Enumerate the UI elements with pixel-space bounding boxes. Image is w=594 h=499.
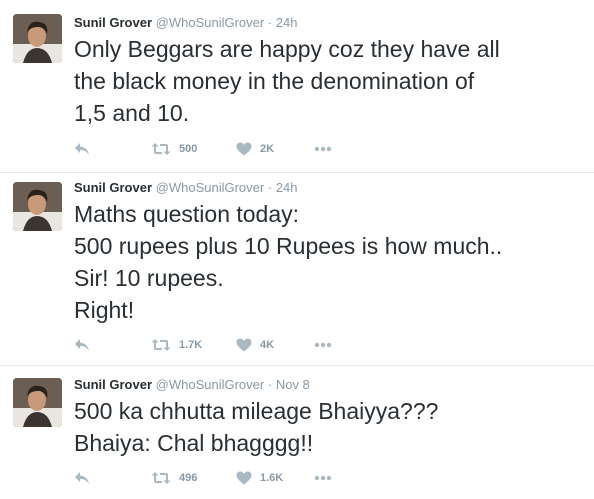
retweet-button[interactable]: 500 [151,140,197,158]
retweet-count: 496 [179,472,198,484]
separator-dot: · [267,15,273,30]
like-button[interactable]: 4K [236,336,274,354]
avatar[interactable] [13,378,62,427]
tweet-text: 500 ka chhutta mileage Bhaiyya??? Bhaiya… [74,395,586,459]
author-name[interactable]: Sunil Grover [74,377,152,392]
tweet-text: Only Beggars are happy coz they have all… [74,33,586,129]
reply-button[interactable] [74,336,90,354]
author-name[interactable]: Sunil Grover [74,15,152,30]
tweet-timestamp[interactable]: 24h [276,15,298,30]
tweet-text-line: Bhaiya: Chal bhagggg!! [74,430,314,456]
tweet-actions: 496 1.6K [74,469,374,487]
avatar[interactable] [13,182,62,231]
author-handle[interactable]: @WhoSunilGrover [156,377,265,392]
tweet-text-line: Sir! 10 rupees. [74,265,224,291]
more-icon [314,475,332,481]
reply-button[interactable] [74,140,90,158]
tweet-text-line: Maths question today: [74,201,300,227]
tweet[interactable]: Sunil Grover @WhoSunilGrover · Nov 8 500… [0,366,594,499]
like-button[interactable]: 1.6K [236,469,283,487]
like-count: 1.6K [260,472,284,484]
more-button[interactable] [314,469,332,487]
more-icon [314,146,332,152]
retweet-button[interactable]: 1.7K [151,336,202,354]
like-count: 2K [260,143,275,155]
retweet-icon [151,472,171,484]
author-handle[interactable]: @WhoSunilGrover [156,180,265,195]
tweet-text-line: 500 ka chhutta mileage Bhaiyya??? [74,398,439,424]
separator-dot: · [267,377,273,392]
more-button[interactable] [314,336,332,354]
tweet-timestamp[interactable]: Nov 8 [276,377,310,392]
separator-dot: · [267,180,273,195]
heart-icon [236,338,252,352]
like-button[interactable]: 2K [236,140,274,158]
avatar[interactable] [13,14,62,63]
retweet-count: 500 [179,143,198,155]
reply-button[interactable] [74,469,90,487]
tweet[interactable]: Sunil Grover @WhoSunilGrover · 24h Only … [0,0,594,173]
reply-icon [75,143,89,155]
retweet-count: 1.7K [179,339,203,351]
heart-icon [236,142,252,156]
tweet-text-line: Only Beggars are happy coz they have all [74,36,500,62]
retweet-icon [151,339,171,351]
like-count: 4K [260,339,275,351]
reply-icon [75,339,89,351]
retweet-icon [151,143,171,155]
author-handle[interactable]: @WhoSunilGrover [156,15,265,30]
more-icon [314,342,332,348]
tweet-actions: 1.7K 4K [74,336,374,354]
tweet[interactable]: Sunil Grover @WhoSunilGrover · 24h Maths… [0,173,594,366]
heart-icon [236,471,252,485]
tweet-timestamp[interactable]: 24h [276,180,298,195]
retweet-button[interactable]: 496 [151,469,197,487]
tweet-text-line: 1,5 and 10. [74,100,190,126]
tweet-text: Maths question today: 500 rupees plus 10… [74,198,586,326]
tweet-text-line: 500 rupees plus 10 Rupees is how much.. [74,233,503,259]
tweet-text-line: the black money in the denomination of [74,68,475,94]
author-name[interactable]: Sunil Grover [74,180,152,195]
tweet-text-line: Right! [74,297,135,323]
more-button[interactable] [314,140,332,158]
reply-icon [75,472,89,484]
tweet-actions: 500 2K [74,140,374,158]
